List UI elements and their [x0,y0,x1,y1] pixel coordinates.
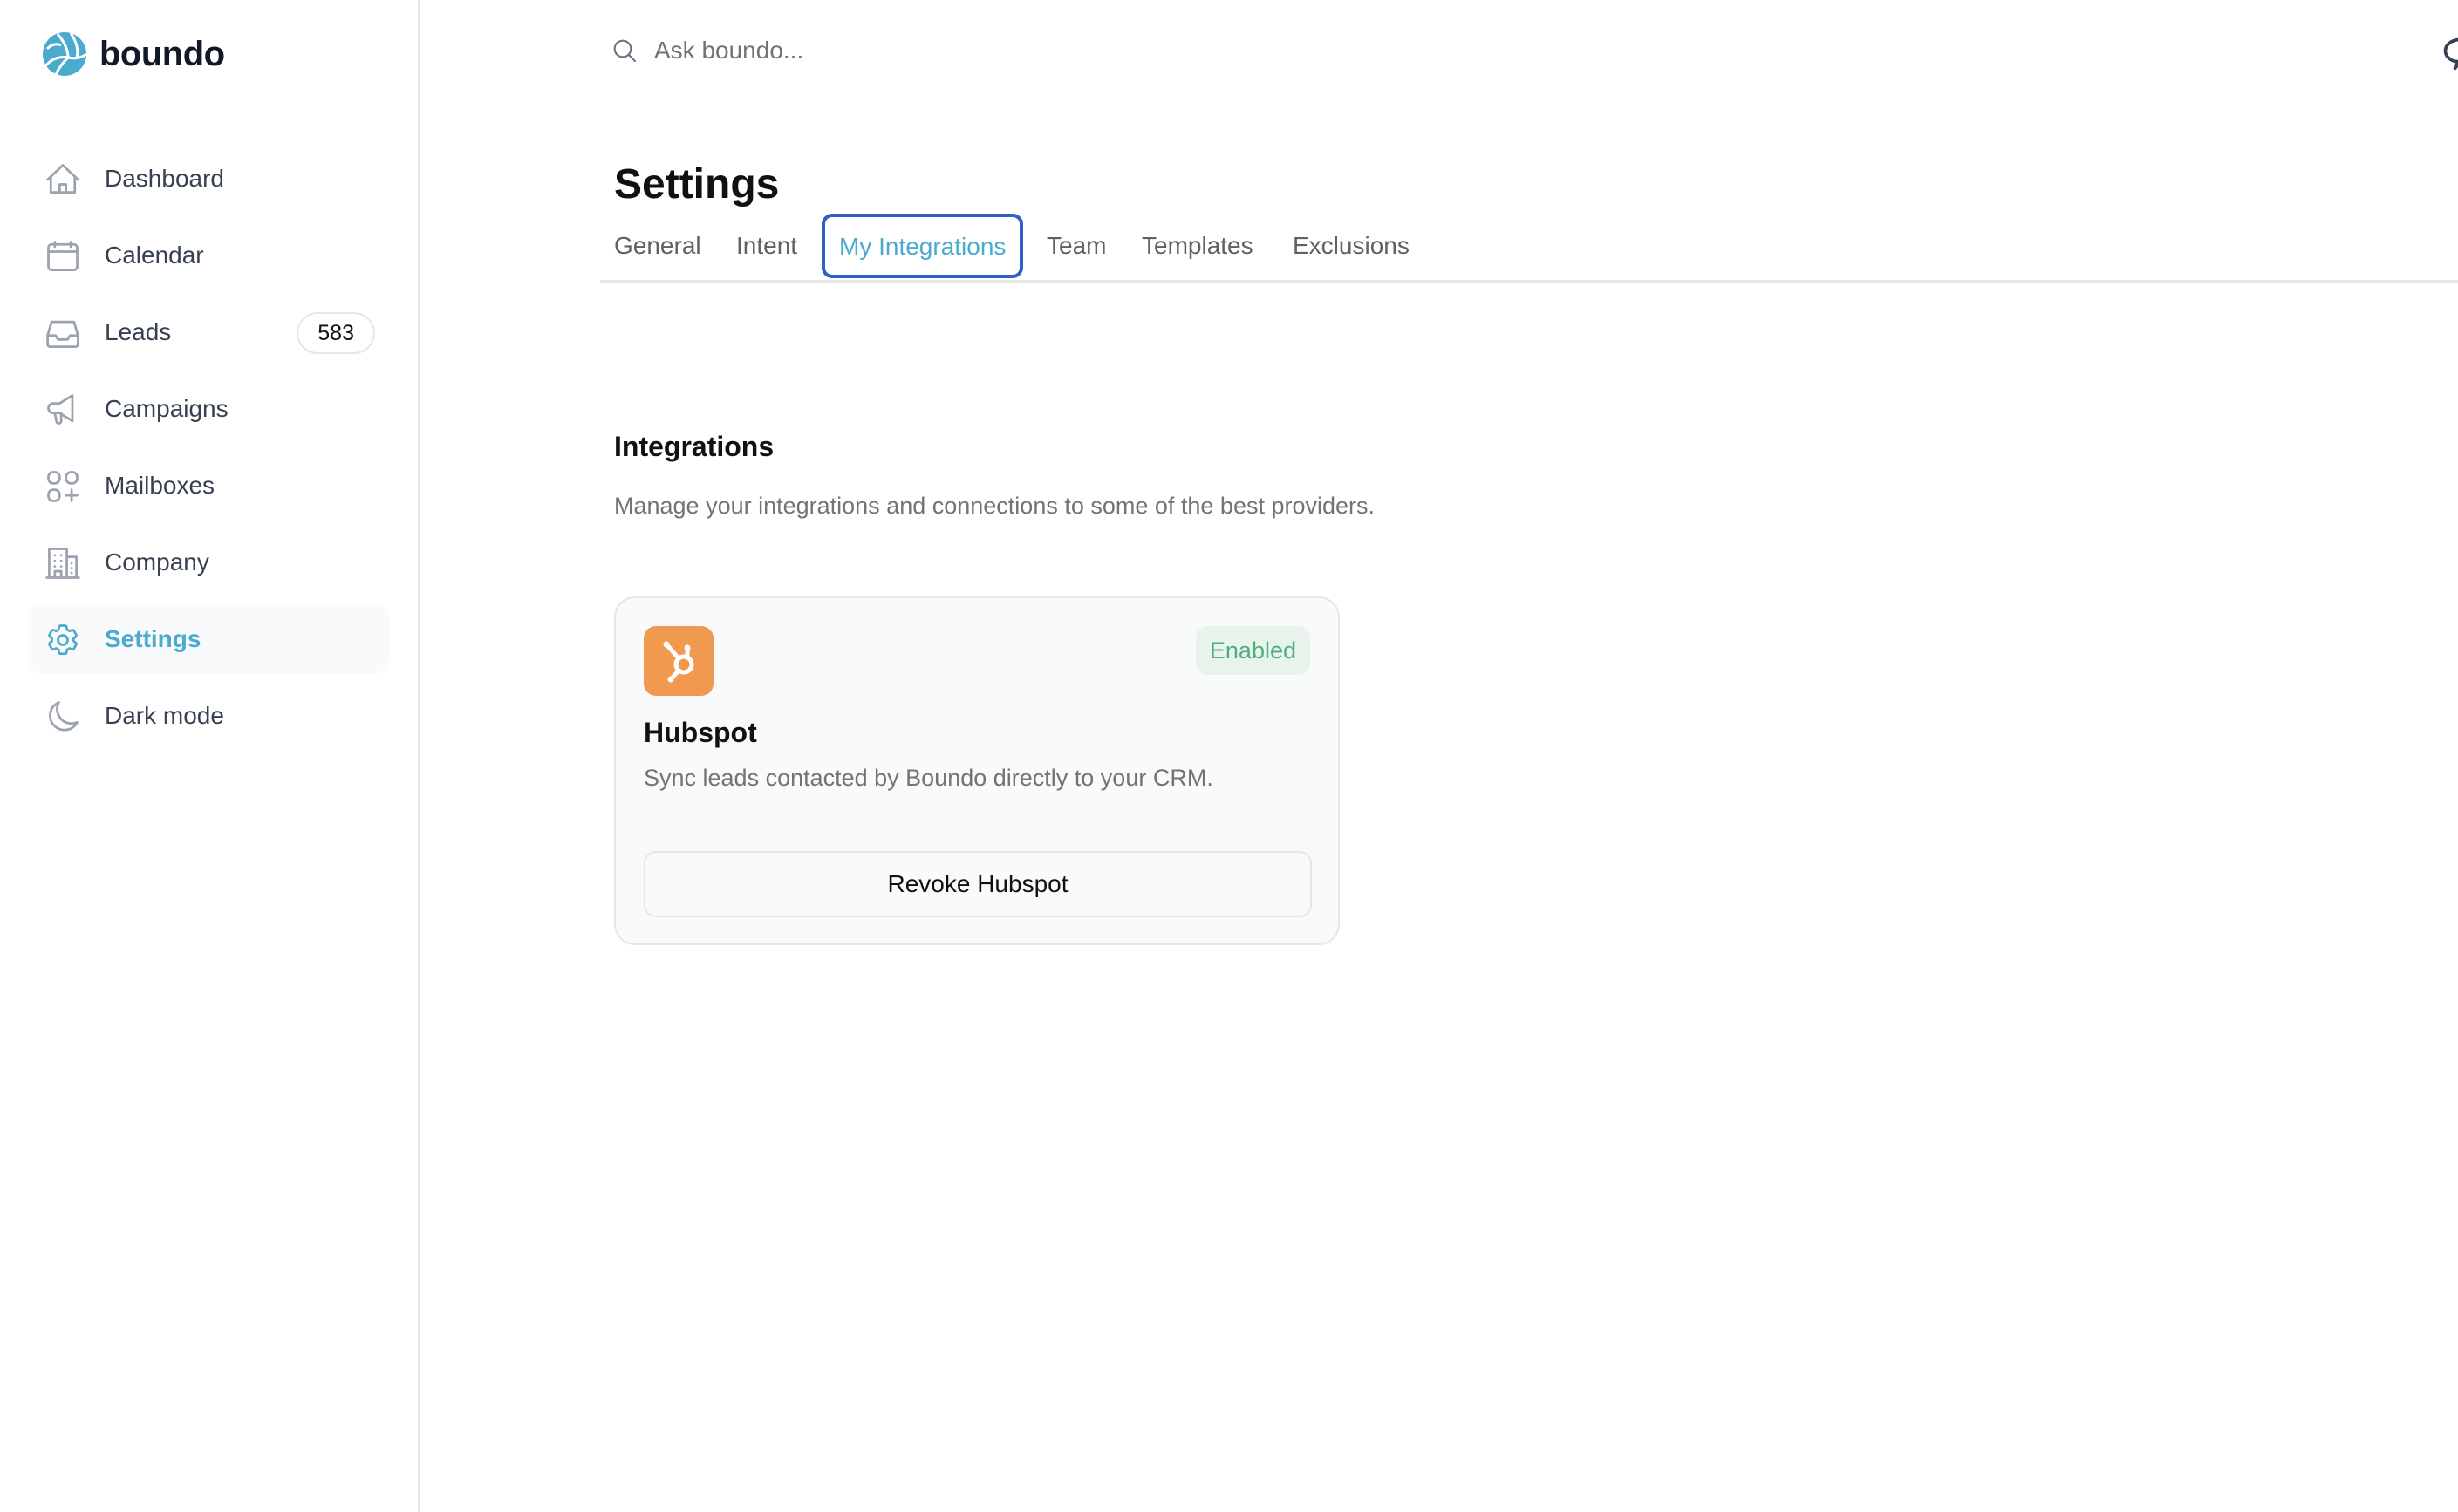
gear-icon [44,621,82,659]
tab-intent[interactable]: Intent [736,213,797,279]
sidebar-item-label: Settings [105,625,201,652]
brand[interactable]: boundo [42,31,225,77]
integrations-heading: Integrations [614,431,775,462]
sidebar-nav: Dashboard Calendar Leads 583 Campaigns M… [28,144,389,758]
sidebar-item-dark-mode[interactable]: Dark mode [28,681,389,751]
tab-my-integrations[interactable]: My Integrations [822,214,1024,278]
sidebar-item-label: Dark mode [105,702,224,729]
chat-icon[interactable] [2441,35,2458,73]
building-icon [44,544,82,582]
page-title: Settings [614,161,780,208]
sidebar-item-mailboxes[interactable]: Mailboxes [28,451,389,521]
brand-name: boundo [99,35,225,73]
tab-team[interactable]: Team [1047,213,1106,279]
integration-card-hubspot: Enabled Hubspot Sync leads contacted by … [614,596,1340,945]
sidebar-item-label: Mailboxes [105,472,215,499]
tab-exclusions[interactable]: Exclusions [1293,213,1410,279]
sidebar-item-label: Calendar [105,242,204,269]
search-icon [611,37,638,65]
calendar-icon [44,237,82,276]
sidebar-item-label: Company [105,548,209,576]
sidebar-item-label: Dashboard [105,165,224,192]
hubspot-logo-icon [644,626,714,696]
boundo-logo-icon [43,32,87,76]
sidebar-item-company[interactable]: Company [28,528,389,597]
sidebar-item-calendar[interactable]: Calendar [28,221,389,290]
sidebar-item-dashboard[interactable]: Dashboard [28,144,389,214]
sidebar-item-label: Leads [105,318,172,345]
integrations-description: Manage your integrations and connections… [614,493,1376,519]
sidebar-item-label: Campaigns [105,395,229,422]
megaphone-icon [44,391,82,429]
tab-templates[interactable]: Templates [1142,213,1253,279]
sidebar: boundo Dashboard Calendar Leads 583 Camp… [0,0,420,1512]
sidebar-item-campaigns[interactable]: Campaigns [28,374,389,444]
integration-description: Sync leads contacted by Boundo directly … [644,765,1213,791]
tab-general[interactable]: General [614,213,701,279]
sidebar-item-settings[interactable]: Settings [28,604,389,674]
revoke-hubspot-button[interactable]: Revoke Hubspot [644,851,1312,917]
integration-name: Hubspot [644,717,757,748]
leads-count-badge: 583 [297,312,375,354]
search-bar [611,31,1178,70]
status-badge: Enabled [1195,626,1310,675]
sidebar-item-leads[interactable]: Leads 583 [28,297,389,367]
inbox-icon [44,314,82,352]
search-input[interactable] [654,37,1178,65]
home-icon [44,160,82,199]
settings-tabs: General Intent My Integrations Team Temp… [600,213,2458,283]
grid-plus-icon [44,467,82,506]
moon-icon [44,698,82,736]
